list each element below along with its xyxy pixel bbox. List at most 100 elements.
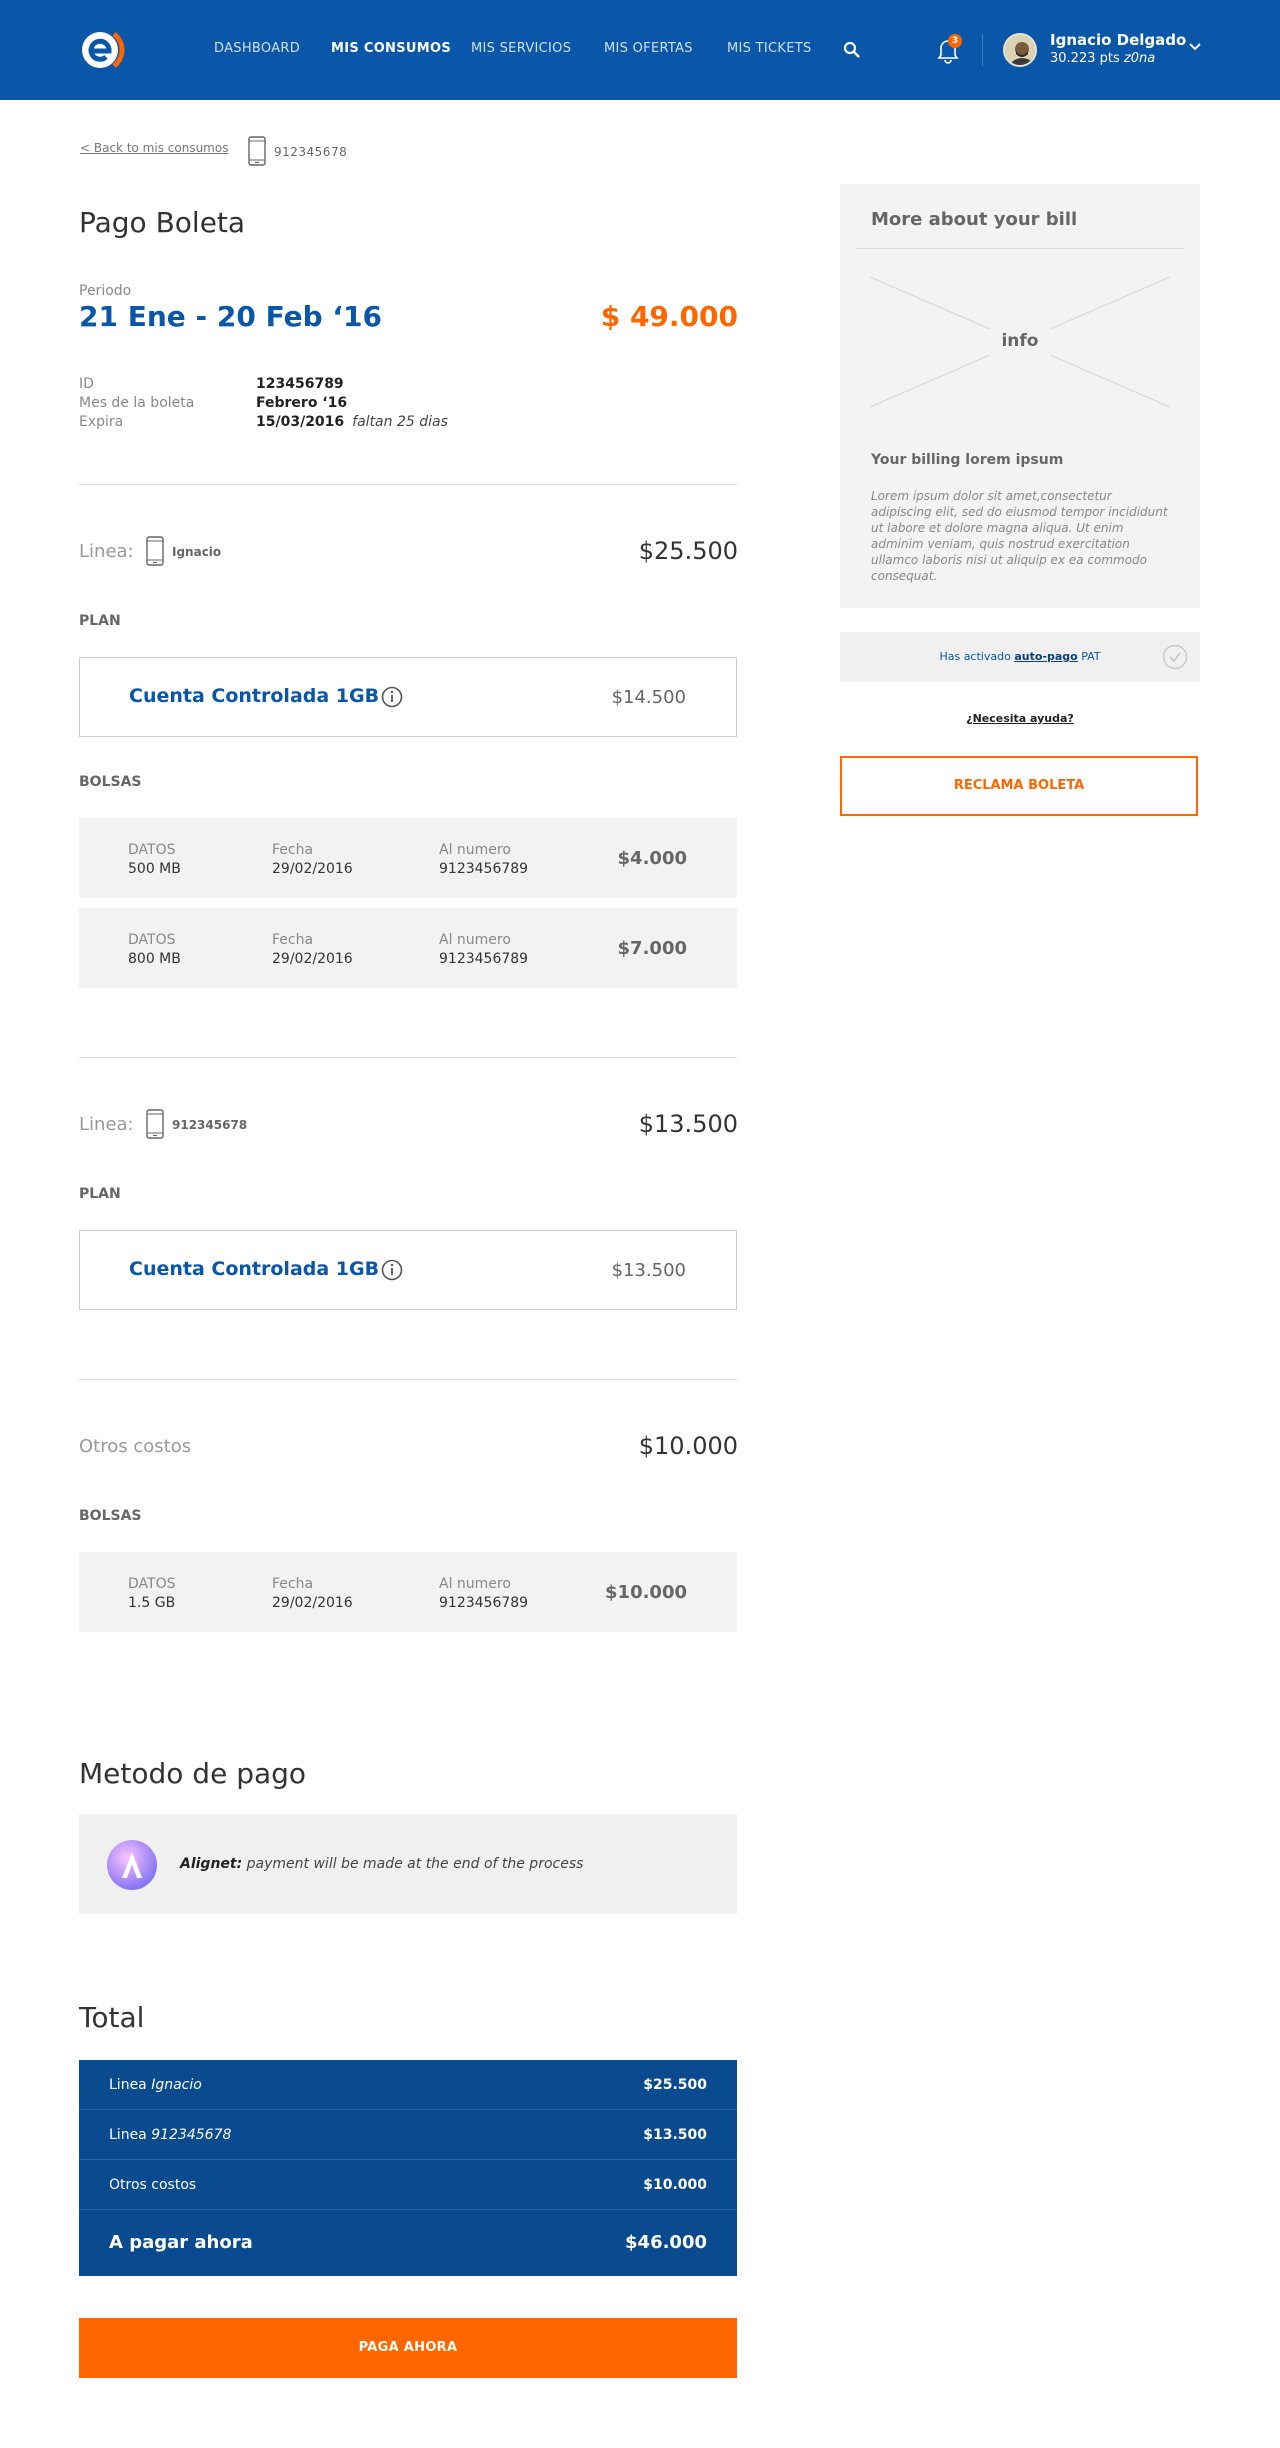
payment-method-title: Metodo de pago	[79, 1757, 307, 1790]
linea-total: $25.500	[638, 537, 738, 565]
expira-date: 15/03/2016	[256, 414, 345, 430]
bolsa-type-label: DATOS	[128, 1576, 176, 1592]
phone-icon	[146, 536, 164, 566]
id-value: 123456789	[256, 376, 344, 392]
expira-note: faltan 25 dias	[352, 414, 448, 430]
entel-logo[interactable]	[80, 30, 128, 70]
plan-price: $14.500	[611, 687, 686, 708]
avatar[interactable]	[1003, 33, 1037, 67]
nav-mis-servicios[interactable]: MIS SERVICIOS	[471, 41, 571, 56]
nav-mis-tickets[interactable]: MIS TICKETS	[727, 41, 812, 56]
bolsa-fecha-value: 29/02/2016	[272, 1595, 353, 1611]
bolsas-label: BOLSAS	[79, 1508, 142, 1524]
bolsa-price: $4.000	[617, 848, 687, 869]
payment-method-text: Alignet: payment will be made at the end…	[180, 1856, 583, 1872]
bolsa-type-value: 800 MB	[128, 951, 181, 967]
bolsa-fecha-value: 29/02/2016	[272, 861, 353, 877]
pay-now-button[interactable]: PAGA AHORA	[79, 2318, 737, 2378]
divider	[79, 484, 737, 485]
totals-table: Linea Ignacio $25.500 Linea 912345678 $1…	[79, 2060, 737, 2276]
sidebar-body: Lorem ipsum dolor sit amet,consectetur a…	[871, 489, 1168, 583]
top-navbar: DASHBOARD MIS CONSUMOS MIS SERVICIOS MIS…	[0, 0, 1280, 100]
totals-row-name: Ignacio	[151, 2077, 202, 2093]
totals-row-name: 912345678	[151, 2127, 232, 2143]
user-points: 30.223 pts z0na	[1050, 51, 1155, 66]
plan-name: Cuenta Controlada 1GB	[129, 1258, 380, 1280]
autopay-status: Has activado auto-pago PAT	[840, 632, 1200, 682]
plan-price: $13.500	[611, 1260, 686, 1281]
totals-row-amount: $10.000	[643, 2177, 707, 2193]
nav-mis-consumos[interactable]: MIS CONSUMOS	[331, 41, 451, 56]
plan-label: PLAN	[79, 613, 121, 629]
totals-row-prefix: Linea	[109, 2127, 147, 2143]
otros-total: $10.000	[638, 1432, 738, 1460]
totals-row-label: Otros costos	[109, 2177, 197, 2193]
totals-final-row: A pagar ahora $46.000	[79, 2210, 737, 2276]
autopay-suffix: PAT	[1081, 650, 1101, 663]
bolsa-row: DATOS 800 MB Fecha 29/02/2016 Al numero …	[79, 908, 737, 988]
user-points-value: 30.223 pts	[1050, 51, 1120, 66]
info-image-placeholder: info	[870, 277, 1170, 407]
check-circle-icon	[1162, 644, 1188, 670]
info-icon[interactable]	[381, 686, 403, 708]
totals-row: Otros costos $10.000	[79, 2160, 737, 2210]
help-link[interactable]: ¿Necesita ayuda?	[840, 712, 1200, 725]
autopay-text: Has activado auto-pago PAT	[840, 650, 1200, 663]
bolsa-fecha-label: Fecha	[272, 1576, 314, 1592]
totals-row-prefix: Linea	[109, 2077, 147, 2093]
bolsa-num-value: 9123456789	[439, 1595, 529, 1611]
bolsa-row: DATOS 500 MB Fecha 29/02/2016 Al numero …	[79, 818, 737, 898]
linea-name: 912345678	[172, 1118, 248, 1132]
nav-mis-ofertas[interactable]: MIS OFERTAS	[604, 41, 693, 56]
bolsa-type-label: DATOS	[128, 842, 176, 858]
alignet-logo-icon	[107, 1840, 157, 1890]
info-icon[interactable]	[381, 1259, 403, 1281]
plan-name: Cuenta Controlada 1GB	[129, 685, 380, 707]
nav-dashboard[interactable]: DASHBOARD	[214, 41, 300, 56]
phone-icon	[146, 1109, 164, 1139]
bolsa-price: $7.000	[617, 938, 687, 959]
periodo-label: Periodo	[79, 283, 132, 299]
final-label: A pagar ahora	[109, 2232, 253, 2253]
autopay-link[interactable]: auto-pago	[1014, 650, 1077, 663]
plan-label: PLAN	[79, 1186, 121, 1202]
payment-provider: Alignet:	[180, 1856, 243, 1872]
final-amount: $46.000	[625, 2232, 707, 2253]
mes-value: Febrero ‘16	[256, 395, 348, 411]
linea-label: Linea:	[79, 1114, 134, 1135]
chevron-down-icon[interactable]	[1188, 42, 1202, 52]
sidebar-title: More about your bill	[871, 209, 1078, 230]
phone-icon	[248, 136, 266, 166]
expira-label: Expira	[79, 414, 124, 430]
linea-total: $13.500	[638, 1110, 738, 1138]
plan-card: Cuenta Controlada 1GB $14.500	[79, 657, 737, 737]
totals-row-amount: $13.500	[643, 2127, 707, 2143]
bolsa-num-label: Al numero	[439, 842, 511, 858]
bolsa-type-value: 1.5 GB	[128, 1595, 176, 1611]
search-icon[interactable]	[843, 41, 861, 59]
reclama-boleta-button[interactable]: RECLAMA BOLETA	[840, 756, 1198, 816]
bolsa-num-value: 9123456789	[439, 861, 529, 877]
bolsa-fecha-label: Fecha	[272, 932, 314, 948]
info-image-label: info	[1001, 331, 1039, 351]
mes-label: Mes de la boleta	[79, 395, 195, 411]
divider	[856, 248, 1184, 249]
bolsa-num-label: Al numero	[439, 1576, 511, 1592]
bolsa-num-value: 9123456789	[439, 951, 529, 967]
back-link[interactable]: < Back to mis consumos	[80, 141, 228, 155]
bill-amount: $ 49.000	[600, 300, 738, 333]
notification-badge: 3	[948, 34, 962, 48]
totals-row-label: Linea Ignacio	[109, 2077, 202, 2093]
totals-row: Linea 912345678 $13.500	[79, 2110, 737, 2160]
bolsa-price: $10.000	[605, 1582, 687, 1603]
linea-name: Ignacio	[172, 545, 222, 559]
user-name[interactable]: Ignacio Delgado	[1050, 31, 1186, 49]
bill-info-card: More about your bill info Your billing l…	[840, 184, 1200, 608]
periodo-value: 21 Ene - 20 Feb ‘16	[79, 300, 382, 333]
avatar-photo	[1005, 35, 1035, 65]
payment-method-card[interactable]: Alignet: payment will be made at the end…	[79, 1814, 737, 1914]
totals-row: Linea Ignacio $25.500	[79, 2060, 737, 2110]
bolsa-type-value: 500 MB	[128, 861, 181, 877]
autopay-prefix: Has activado	[939, 650, 1011, 663]
sidebar-subtitle: Your billing lorem ipsum	[871, 452, 1064, 468]
